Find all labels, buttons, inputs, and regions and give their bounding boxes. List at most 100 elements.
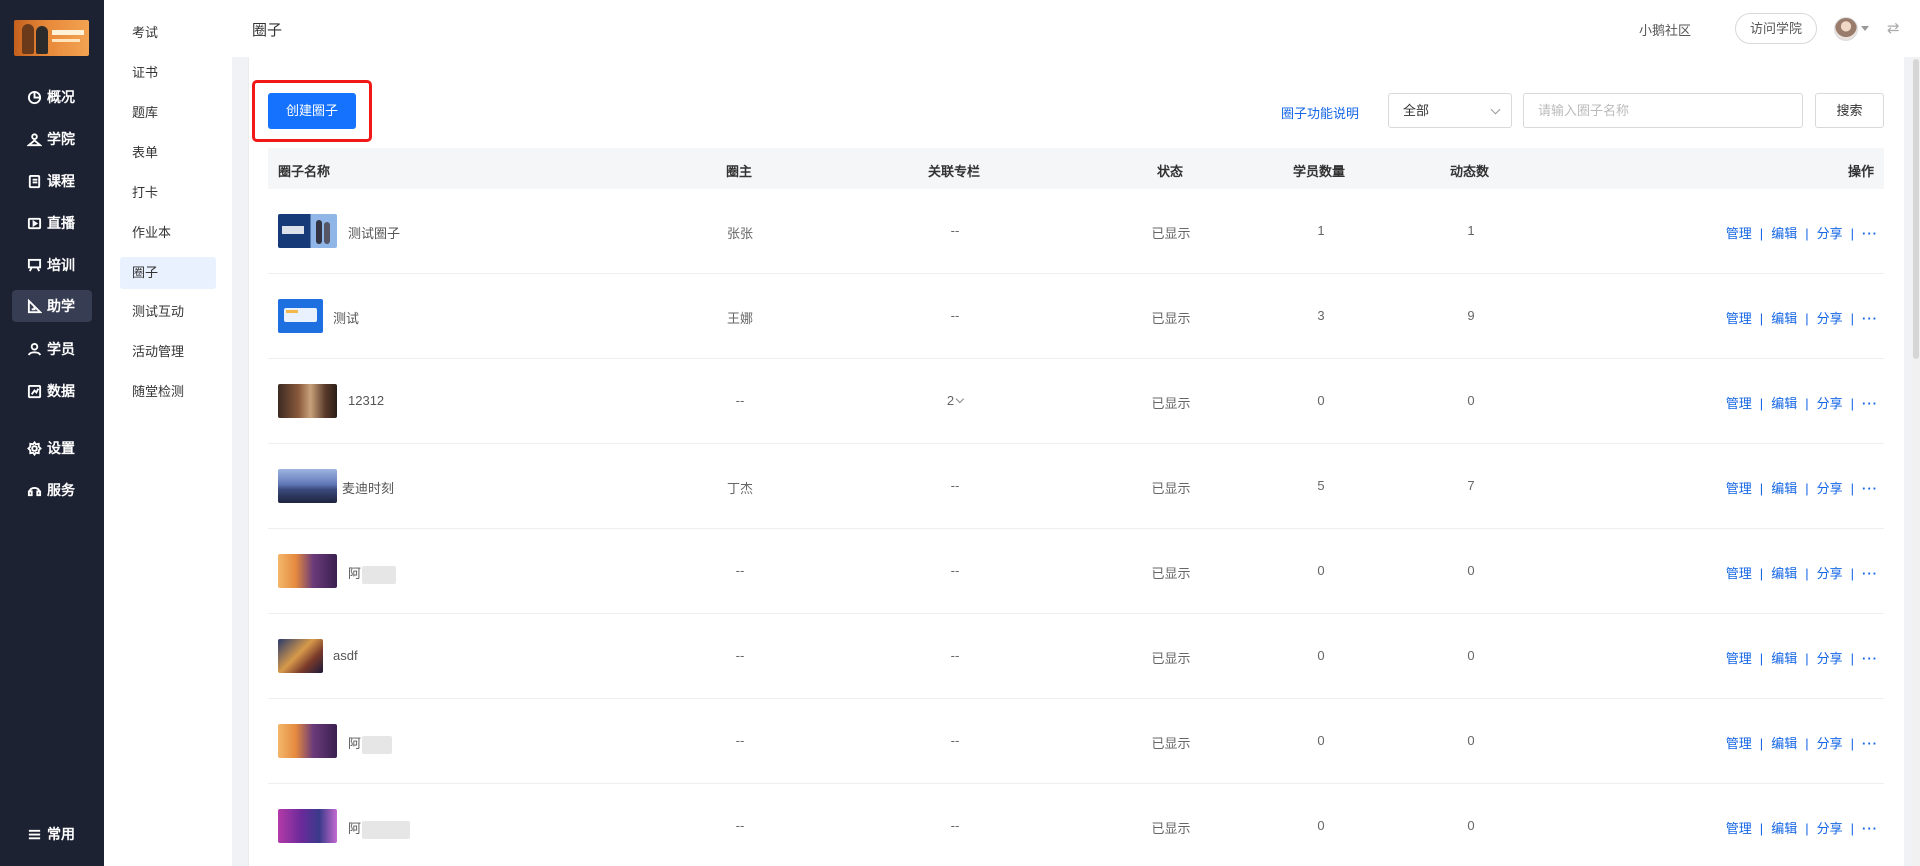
circle-cover-image (278, 639, 323, 673)
cell-column: -- (950, 478, 960, 493)
edit-link[interactable]: 编辑 (1771, 736, 1797, 751)
edit-link[interactable]: 编辑 (1771, 566, 1797, 581)
circle-search-input[interactable] (1523, 93, 1803, 128)
cell-column[interactable]: 2 (946, 393, 965, 408)
cell-column: -- (950, 223, 960, 238)
circle-function-help-link[interactable]: 圈子功能说明 (1281, 103, 1359, 122)
rail-item-label: 学院 (47, 131, 75, 147)
share-link[interactable]: 分享 (1817, 651, 1843, 666)
subnav-item-test-interaction[interactable]: 测试互动 (120, 296, 216, 328)
edit-link[interactable]: 编辑 (1771, 481, 1797, 496)
manage-link[interactable]: 管理 (1726, 226, 1752, 241)
manage-link[interactable]: 管理 (1726, 821, 1752, 836)
subnav-item-circle[interactable]: 圈子 (120, 257, 216, 289)
col-header-ops: 操作 (1848, 164, 1875, 179)
column-count: 2 (946, 393, 955, 408)
switch-icon[interactable]: ⇄ (1887, 19, 1900, 37)
rail-item-settings[interactable]: 设置 (12, 432, 92, 464)
cell-members: 0 (1317, 818, 1325, 833)
subnav-item-quiz[interactable]: 随堂检测 (120, 376, 216, 408)
school-logo[interactable] (14, 20, 89, 56)
more-icon[interactable]: ··· (1862, 651, 1878, 666)
subnav-item-form[interactable]: 表单 (120, 137, 216, 169)
edit-link[interactable]: 编辑 (1771, 651, 1797, 666)
more-icon[interactable]: ··· (1862, 396, 1878, 411)
more-icon[interactable]: ··· (1862, 821, 1878, 836)
subnav-item-checkin[interactable]: 打卡 (120, 177, 216, 209)
rail-item-training[interactable]: 培训 (12, 249, 92, 281)
rail-item-data[interactable]: 数据 (12, 375, 92, 407)
rail-item-live[interactable]: 直播 (12, 207, 92, 239)
circle-cover-image (278, 214, 337, 248)
cell-status: 已显示 (1151, 226, 1191, 241)
cell-column: -- (950, 818, 960, 833)
more-icon[interactable]: ··· (1862, 226, 1878, 241)
create-circle-button[interactable]: 创建圈子 (268, 93, 356, 129)
subnav-item-activity[interactable]: 活动管理 (120, 336, 216, 368)
manage-link[interactable]: 管理 (1726, 481, 1752, 496)
manage-link[interactable]: 管理 (1726, 311, 1752, 326)
share-link[interactable]: 分享 (1817, 396, 1843, 411)
caret-down-icon[interactable] (1861, 26, 1869, 31)
avatar[interactable] (1834, 17, 1858, 41)
circle-name: 阿 (348, 733, 393, 754)
cell-owner: -- (735, 393, 745, 408)
action-separator: | (1759, 481, 1764, 496)
visit-school-button[interactable]: 访问学院 (1735, 13, 1817, 44)
table-header: 圈子名称 圈主 关联专栏 状态 学员数量 动态数 操作 (268, 148, 1884, 189)
cell-owner: -- (735, 648, 745, 663)
status-filter-select[interactable]: 全部 (1388, 93, 1512, 128)
col-header-name: 圈子名称 (278, 164, 331, 179)
action-separator: | (1850, 481, 1854, 496)
share-link[interactable]: 分享 (1817, 566, 1843, 581)
cell-posts: 1 (1467, 223, 1475, 238)
rail-item-favorites[interactable]: 常用 (12, 818, 92, 850)
subnav-item-question-bank[interactable]: 题库 (120, 97, 216, 129)
subnav-item-homework[interactable]: 作业本 (120, 217, 216, 249)
cell-members: 5 (1317, 478, 1325, 493)
col-header-members: 学员数量 (1293, 164, 1346, 179)
rail-item-label: 服务 (47, 482, 75, 498)
cell-status: 已显示 (1151, 821, 1191, 836)
gear-icon (27, 440, 42, 456)
subnav-item-certificate[interactable]: 证书 (120, 57, 216, 89)
subnav-item-exam[interactable]: 考试 (120, 17, 216, 49)
cell-posts: 7 (1467, 478, 1475, 493)
edit-link[interactable]: 编辑 (1771, 396, 1797, 411)
cell-members: 0 (1317, 393, 1325, 408)
rail-item-overview[interactable]: 概况 (12, 81, 92, 113)
rail-item-service[interactable]: 服务 (12, 474, 92, 506)
more-icon[interactable]: ··· (1862, 566, 1878, 581)
action-separator: | (1850, 821, 1854, 836)
more-icon[interactable]: ··· (1862, 311, 1878, 326)
redacted-mask (362, 820, 411, 839)
edit-link[interactable]: 编辑 (1771, 311, 1797, 326)
rail-item-study-assist[interactable]: 助学 (12, 290, 92, 322)
share-link[interactable]: 分享 (1817, 736, 1843, 751)
scrollbar[interactable] (1912, 57, 1920, 866)
rail-item-students[interactable]: 学员 (12, 333, 92, 365)
search-button[interactable]: 搜索 (1815, 93, 1884, 128)
table-row: 麦迪时刻 丁杰 -- 已显示 5 7 管理 | 编辑 | 分享 | ··· (268, 444, 1884, 529)
rail-item-school[interactable]: 学院 (12, 123, 92, 155)
scrollbar-thumb[interactable] (1913, 59, 1919, 359)
community-link[interactable]: 小鹅社区 (1639, 20, 1691, 39)
manage-link[interactable]: 管理 (1726, 651, 1752, 666)
rail-item-label: 常用 (47, 826, 75, 842)
share-link[interactable]: 分享 (1817, 311, 1843, 326)
manage-link[interactable]: 管理 (1726, 736, 1752, 751)
edit-link[interactable]: 编辑 (1771, 821, 1797, 836)
share-link[interactable]: 分享 (1817, 481, 1843, 496)
cell-posts: 0 (1467, 818, 1475, 833)
share-link[interactable]: 分享 (1817, 226, 1843, 241)
more-icon[interactable]: ··· (1862, 481, 1878, 496)
circle-name: 测试圈子 (348, 226, 401, 241)
rail-item-course[interactable]: 课程 (12, 165, 92, 197)
col-header-owner: 圈主 (726, 164, 753, 179)
share-link[interactable]: 分享 (1817, 821, 1843, 836)
manage-link[interactable]: 管理 (1726, 566, 1752, 581)
manage-link[interactable]: 管理 (1726, 396, 1752, 411)
more-icon[interactable]: ··· (1862, 736, 1878, 751)
edit-link[interactable]: 编辑 (1771, 226, 1797, 241)
cell-status: 已显示 (1151, 651, 1191, 666)
